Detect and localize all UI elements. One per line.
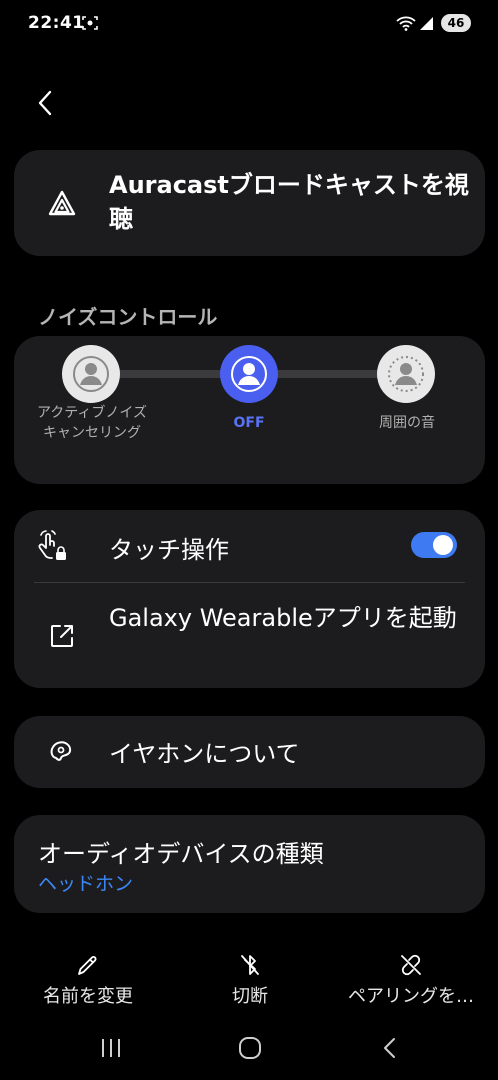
external-link-icon <box>51 625 73 647</box>
screen-record-icon <box>82 16 98 30</box>
battery-indicator: 46 <box>441 14 471 32</box>
pencil-icon <box>78 956 97 975</box>
home-icon[interactable] <box>237 1035 263 1061</box>
disconnect-label: 切断 <box>232 986 268 1007</box>
bluetooth-off-icon <box>241 955 259 975</box>
toggle-knob <box>433 535 453 555</box>
ambient-sound-label: 周囲の音 <box>379 415 435 431</box>
galaxy-wearable-label: Galaxy Wearableアプリを起動 <box>109 604 457 632</box>
nav-back-icon[interactable] <box>378 1036 402 1060</box>
unlink-icon <box>401 954 421 976</box>
rename-button[interactable]: 名前を変更 <box>30 952 146 1008</box>
person-icon <box>231 356 267 392</box>
signal-icon <box>420 17 433 30</box>
noise-off-button[interactable] <box>220 345 278 403</box>
status-time: 22:41 <box>28 13 85 33</box>
auracast-icon <box>48 190 76 216</box>
auracast-label: Auracastブロードキャストを視聴 <box>109 171 469 233</box>
ambient-sound-button[interactable] <box>377 345 435 403</box>
touch-controls-label: タッチ操作 <box>109 536 229 564</box>
back-icon[interactable] <box>34 88 58 118</box>
anc-person-icon <box>73 356 109 392</box>
recent-apps-icon[interactable] <box>98 1036 124 1060</box>
touch-lock-icon <box>38 530 66 560</box>
disconnect-button[interactable]: 切断 <box>210 952 290 1008</box>
unpair-button[interactable]: ペアリングを… <box>338 952 484 1008</box>
noise-off-label: OFF <box>233 415 265 431</box>
noise-control-title: ノイズコントロール <box>38 305 218 329</box>
ambient-person-icon <box>388 356 424 392</box>
about-earbuds-label: イヤホンについて <box>109 740 300 768</box>
wifi-icon <box>396 16 416 31</box>
audio-device-type-value: ヘッドホン <box>38 873 134 895</box>
anc-button[interactable] <box>62 345 120 403</box>
anc-label: アクティブノイズキャンセリング <box>36 405 148 441</box>
audio-device-type-title: オーディオデバイスの種類 <box>38 840 324 868</box>
rename-label: 名前を変更 <box>43 986 133 1007</box>
earbuds-icon <box>50 741 72 761</box>
unpair-label: ペアリングを… <box>348 986 474 1007</box>
